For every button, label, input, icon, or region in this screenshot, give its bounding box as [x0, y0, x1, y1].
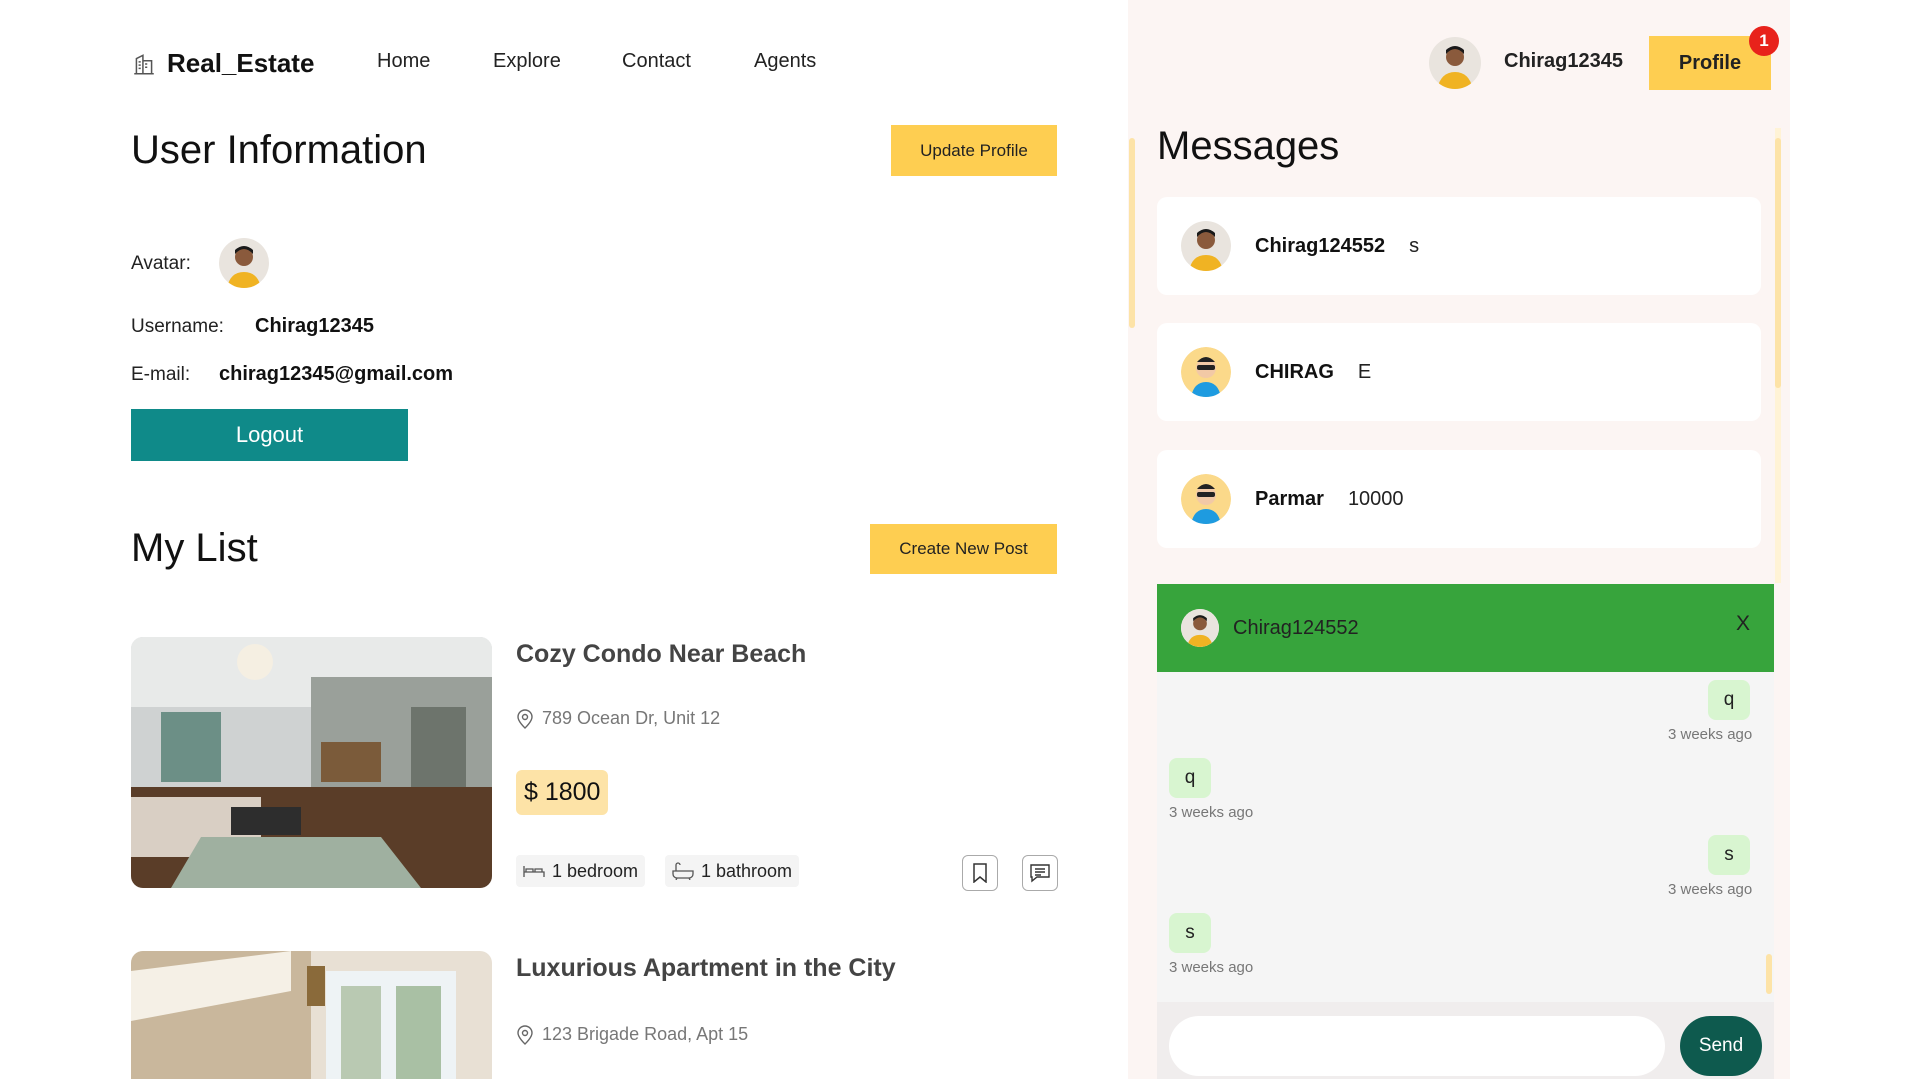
chat-box: Chirag124552 X q 3 weeks ago q 3 weeks a…	[1157, 584, 1774, 1079]
notification-badge: 1	[1749, 26, 1779, 56]
chat-scrollbar[interactable]	[1766, 954, 1772, 994]
listing-address-text: 123 Brigade Road, Apt 15	[542, 1024, 749, 1044]
bathroom-text: 1 bathroom	[701, 860, 793, 881]
chat-message-other: s	[1169, 913, 1211, 953]
messages-scrollbar[interactable]	[1775, 138, 1781, 388]
chat-message-own: s	[1708, 835, 1750, 875]
nav-agents[interactable]: Agents	[754, 50, 816, 73]
brand-logo[interactable]: Real_Estate	[131, 48, 314, 79]
message-sender: CHIRAG	[1255, 360, 1334, 383]
chat-compose: Send	[1157, 1002, 1774, 1079]
chat-recipient-name: Chirag124552	[1233, 616, 1359, 639]
listing-address-text: 789 Ocean Dr, Unit 12	[542, 708, 721, 728]
brand-name: Real_Estate	[167, 48, 315, 78]
messages-scrollbar-left[interactable]	[1129, 138, 1135, 328]
listing-title[interactable]: Luxurious Apartment in the City	[516, 954, 896, 983]
update-profile-button[interactable]: Update Profile	[891, 125, 1057, 176]
bathroom-info: 1 bathroom	[665, 855, 800, 887]
chat-message-other: q	[1169, 758, 1211, 798]
chat-message-input[interactable]	[1169, 1016, 1665, 1076]
user-info-title: User Information	[131, 128, 427, 172]
username-label: Username:	[131, 316, 224, 337]
location-pin-icon	[517, 1024, 533, 1045]
message-sender: Parmar	[1255, 487, 1324, 510]
listing-address: 123 Brigade Road, Apt 15	[516, 1024, 748, 1045]
save-listing-button[interactable]	[962, 855, 998, 891]
message-avatar	[1181, 347, 1231, 397]
avatar-label: Avatar:	[131, 253, 191, 274]
message-preview: s	[1409, 234, 1420, 257]
username-value: Chirag12345	[255, 315, 374, 337]
location-pin-icon	[517, 708, 533, 729]
message-item[interactable]: CHIRAG E	[1157, 323, 1761, 421]
nav-contact[interactable]: Contact	[622, 50, 691, 73]
message-item[interactable]: Chirag124552 s	[1157, 197, 1761, 295]
bedroom-info: 1 bedroom	[516, 855, 646, 887]
my-list-title: My List	[131, 526, 258, 570]
listing-image[interactable]	[131, 637, 492, 888]
message-preview: 10000	[1347, 487, 1404, 510]
page-margin	[1790, 0, 1919, 1079]
chat-message-time: 3 weeks ago	[1668, 726, 1753, 743]
message-avatar	[1181, 221, 1231, 271]
message-sender: Chirag124552	[1255, 234, 1386, 257]
logout-button[interactable]: Logout	[131, 409, 408, 461]
bathtub-icon	[672, 862, 694, 880]
message-item[interactable]: Parmar 10000	[1157, 450, 1761, 548]
user-avatar	[219, 238, 269, 288]
listing-address: 789 Ocean Dr, Unit 12	[516, 708, 720, 729]
bed-icon	[523, 866, 545, 877]
listing-price: $ 1800	[516, 770, 609, 815]
send-button[interactable]: Send	[1680, 1016, 1762, 1076]
messages-title: Messages	[1157, 124, 1340, 168]
message-listing-button[interactable]	[1022, 855, 1058, 891]
chat-message-time: 3 weeks ago	[1169, 804, 1254, 821]
email-label: E-mail:	[131, 364, 191, 385]
listing-image[interactable]	[131, 951, 492, 1079]
chat-close-button[interactable]: X	[1736, 612, 1750, 636]
create-post-button[interactable]: Create New Post	[870, 524, 1057, 574]
header-avatar[interactable]	[1429, 37, 1481, 89]
email-value: chirag12345@gmail.com	[219, 363, 454, 385]
chat-message-own: q	[1708, 680, 1750, 720]
chat-message-time: 3 weeks ago	[1169, 959, 1254, 976]
message-avatar	[1181, 474, 1231, 524]
building-icon	[134, 53, 154, 75]
chat-message-time: 3 weeks ago	[1668, 881, 1753, 898]
message-preview: E	[1357, 360, 1372, 383]
chat-header: Chirag124552 X	[1157, 584, 1774, 672]
main-content: Real_Estate Home Explore Contact Agents …	[0, 0, 1128, 1079]
header-username: Chirag12345	[1504, 50, 1623, 72]
nav-explore[interactable]: Explore	[493, 50, 561, 73]
nav-home[interactable]: Home	[377, 50, 430, 73]
chat-avatar	[1181, 609, 1219, 647]
bookmark-icon	[973, 863, 987, 883]
listing-title[interactable]: Cozy Condo Near Beach	[516, 640, 806, 669]
bedroom-text: 1 bedroom	[552, 860, 639, 881]
chat-icon	[1030, 864, 1050, 883]
